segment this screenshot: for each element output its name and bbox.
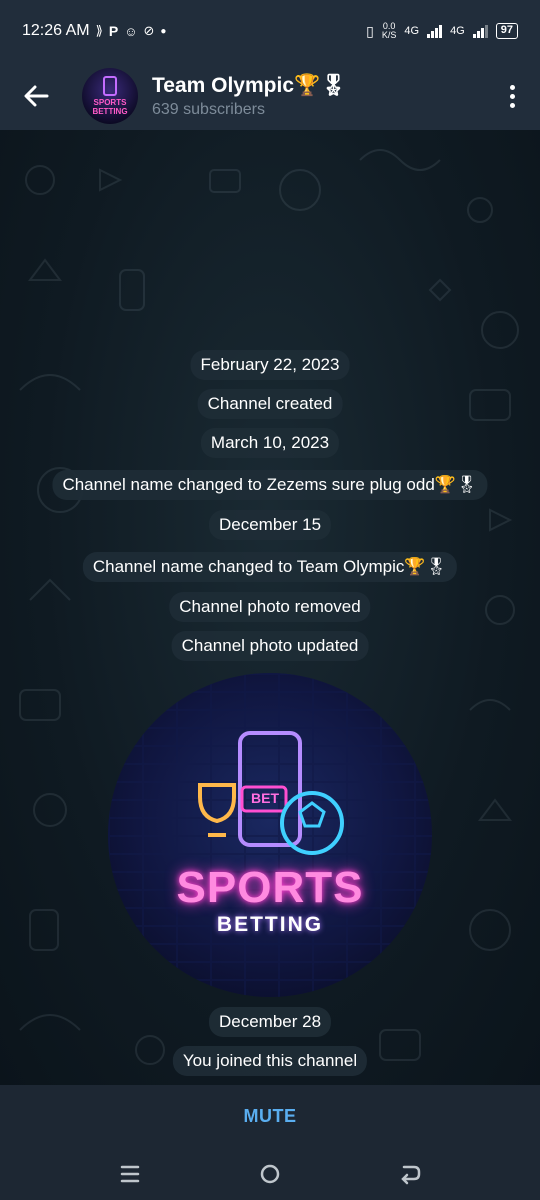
status-time: 12:26 AM xyxy=(22,22,90,39)
more-dot xyxy=(509,93,515,99)
channel-avatar[interactable]: SPORTS BETTING xyxy=(82,68,138,124)
date-separator: February 22, 2023 xyxy=(190,350,350,380)
paypal-icon: P xyxy=(108,23,119,39)
channel-title: Team Olympic🏆🎖 xyxy=(152,73,347,97)
arrow-left-icon xyxy=(24,85,49,107)
channel-info[interactable]: Team Olympic🏆🎖 639 subscribers xyxy=(152,74,347,119)
bet-label: BET xyxy=(251,790,279,806)
vibrate-icon: ▯ xyxy=(366,22,374,39)
back-button[interactable] xyxy=(0,62,72,130)
service-message: Channel name changed to Zezems sure plug… xyxy=(52,470,488,500)
chat-header: SPORTS BETTING Team Olympic🏆🎖 639 subscr… xyxy=(0,62,540,130)
signal-icon-2 xyxy=(472,24,488,38)
network-type-1: 4G xyxy=(404,25,420,37)
app-icon: ⊘ xyxy=(143,23,155,38)
service-message: You joined this channel xyxy=(172,1046,368,1076)
date-separator: December 15 xyxy=(208,510,332,540)
avatar-phone-graphic xyxy=(103,76,117,96)
chat-area[interactable]: February 22, 2023 Channel created March … xyxy=(0,130,540,1085)
service-message: Channel created xyxy=(197,389,343,419)
service-message: Channel photo removed xyxy=(169,592,371,622)
subscriber-count: 639 subscribers xyxy=(152,100,265,118)
network-type-2: 4G xyxy=(450,25,465,37)
network-speed: 0.0 K/S xyxy=(381,21,397,40)
date-separator: March 10, 2023 xyxy=(200,428,340,458)
system-navigation-bar xyxy=(0,1147,540,1200)
avatar-text: SPORTS BETTING xyxy=(92,98,128,116)
notification-app-icon: ⟫ xyxy=(95,23,103,38)
service-message: Channel photo updated xyxy=(171,631,369,661)
home-icon[interactable] xyxy=(258,1162,282,1186)
photo-neon-graphic xyxy=(198,731,344,855)
service-message: Channel name changed to Team Olympic🏆🎖 xyxy=(82,552,458,582)
more-dot xyxy=(509,102,515,108)
battery-indicator: 97 xyxy=(495,23,518,39)
recents-icon[interactable] xyxy=(118,1163,142,1185)
photo-title-betting: BETTING xyxy=(216,913,324,936)
signal-icon-1 xyxy=(427,24,443,38)
mute-button[interactable]: MUTE xyxy=(244,1106,297,1127)
more-vertical-icon xyxy=(509,84,515,90)
bottom-bar: MUTE xyxy=(0,1085,540,1147)
more-options-button[interactable] xyxy=(484,62,540,130)
snapchat-icon: ☺ xyxy=(124,23,138,39)
dot-icon: ● xyxy=(160,25,167,37)
photo-title-sports: SPORTS xyxy=(176,863,364,912)
back-icon[interactable] xyxy=(398,1163,422,1185)
date-separator: December 28 xyxy=(208,1007,332,1037)
status-bar: 12:26 AM ⟫ P ☺ ⊘ ● ▯ 0.0 K/S 4G 4G 97 xyxy=(0,0,540,62)
channel-photo[interactable]: BET SPORTS BETTING xyxy=(108,673,432,997)
